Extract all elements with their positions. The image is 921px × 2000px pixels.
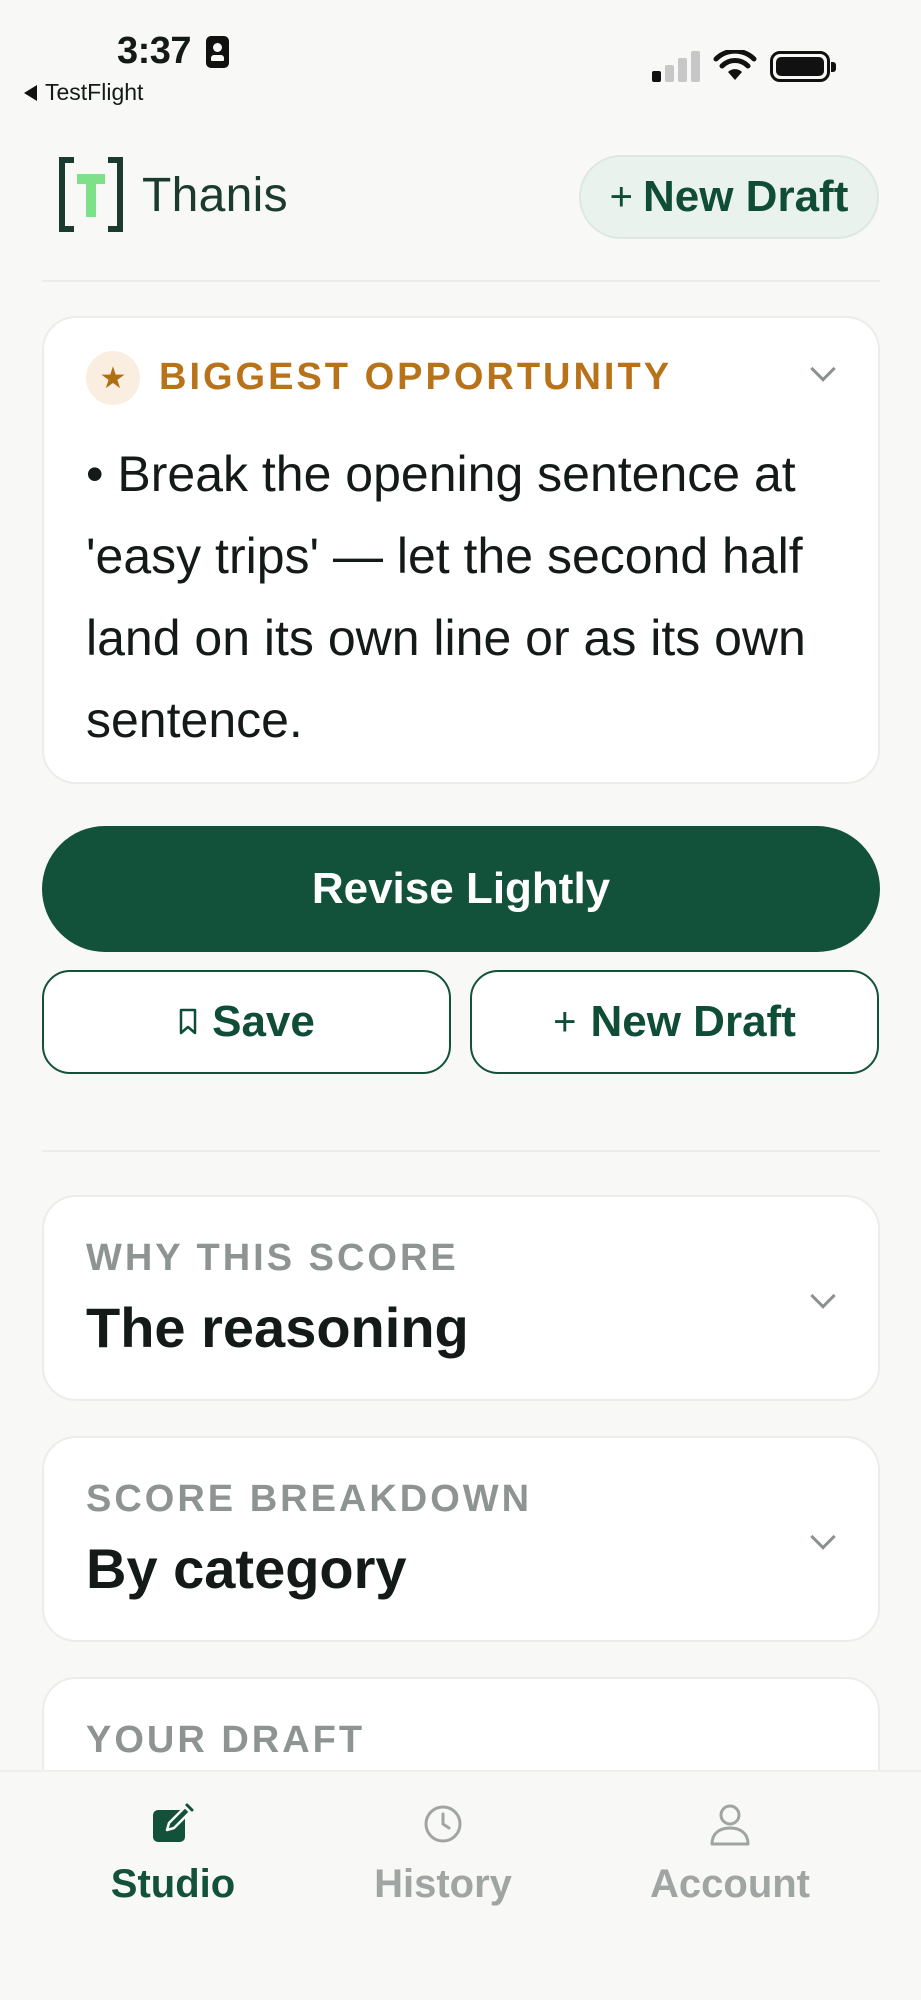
section-title: By category: [86, 1537, 407, 1600]
tab-label: Account: [650, 1862, 810, 1906]
thanis-logo-icon: [59, 157, 123, 232]
app-name: Thanis: [142, 169, 288, 222]
section-eyebrow: YOUR DRAFT: [86, 1719, 366, 1761]
section-eyebrow: WHY THIS SCORE: [86, 1237, 459, 1279]
app-screen: 3:37 TestFlight Thanis + New Draft ★ BIG…: [0, 0, 921, 2000]
chevron-down-icon[interactable]: [810, 356, 836, 382]
plus-icon: +: [609, 174, 633, 219]
save-button[interactable]: Save: [42, 970, 451, 1074]
revise-lightly-button[interactable]: Revise Lightly: [42, 826, 880, 952]
section-title: The reasoning: [86, 1296, 469, 1359]
chevron-down-icon[interactable]: [810, 1283, 836, 1309]
new-draft-button[interactable]: + New Draft: [470, 970, 879, 1074]
section-divider: [42, 1150, 880, 1152]
header-divider: [42, 280, 880, 282]
plus-icon: +: [553, 999, 577, 1044]
status-bar: 3:37 TestFlight: [0, 0, 921, 120]
header-new-draft-label: New Draft: [642, 172, 849, 221]
tab-label: Studio: [110, 1862, 236, 1906]
header-new-draft-button[interactable]: + New Draft: [579, 155, 879, 239]
star-icon: ★: [86, 351, 140, 405]
back-to-testflight-link[interactable]: TestFlight: [24, 79, 143, 106]
tab-history[interactable]: History: [333, 1800, 553, 1930]
back-label: TestFlight: [45, 79, 144, 105]
why-this-score-card[interactable]: WHY THIS SCORE The reasoning: [42, 1195, 880, 1401]
biggest-opportunity-card[interactable]: ★ BIGGEST OPPORTUNITY • Break the openin…: [42, 316, 880, 784]
opportunity-label: BIGGEST OPPORTUNITY: [159, 356, 673, 398]
bookmark-icon: [179, 1008, 197, 1035]
save-label: Save: [212, 997, 315, 1046]
score-breakdown-card[interactable]: SCORE BREAKDOWN By category: [42, 1436, 880, 1642]
new-draft-label: New Draft: [590, 997, 796, 1046]
wifi-icon: [713, 50, 757, 80]
tab-bar: Studio History Account: [0, 1770, 921, 2000]
battery-icon: [770, 51, 836, 82]
tab-studio[interactable]: Studio: [63, 1800, 283, 1930]
status-time: 3:37: [117, 30, 192, 72]
tab-label: History: [374, 1862, 512, 1906]
tab-account[interactable]: Account: [620, 1800, 840, 1930]
back-arrow-icon: [24, 84, 37, 101]
person-icon: [710, 1804, 750, 1846]
contact-card-icon: [206, 36, 229, 68]
section-eyebrow: SCORE BREAKDOWN: [86, 1478, 533, 1520]
chevron-down-icon[interactable]: [810, 1524, 836, 1550]
clock-icon: [424, 1805, 462, 1843]
opportunity-text: • Break the opening sentence at 'easy tr…: [86, 446, 806, 748]
cellular-signal-icon: [652, 50, 702, 82]
pencil-square-icon: [153, 1803, 194, 1842]
